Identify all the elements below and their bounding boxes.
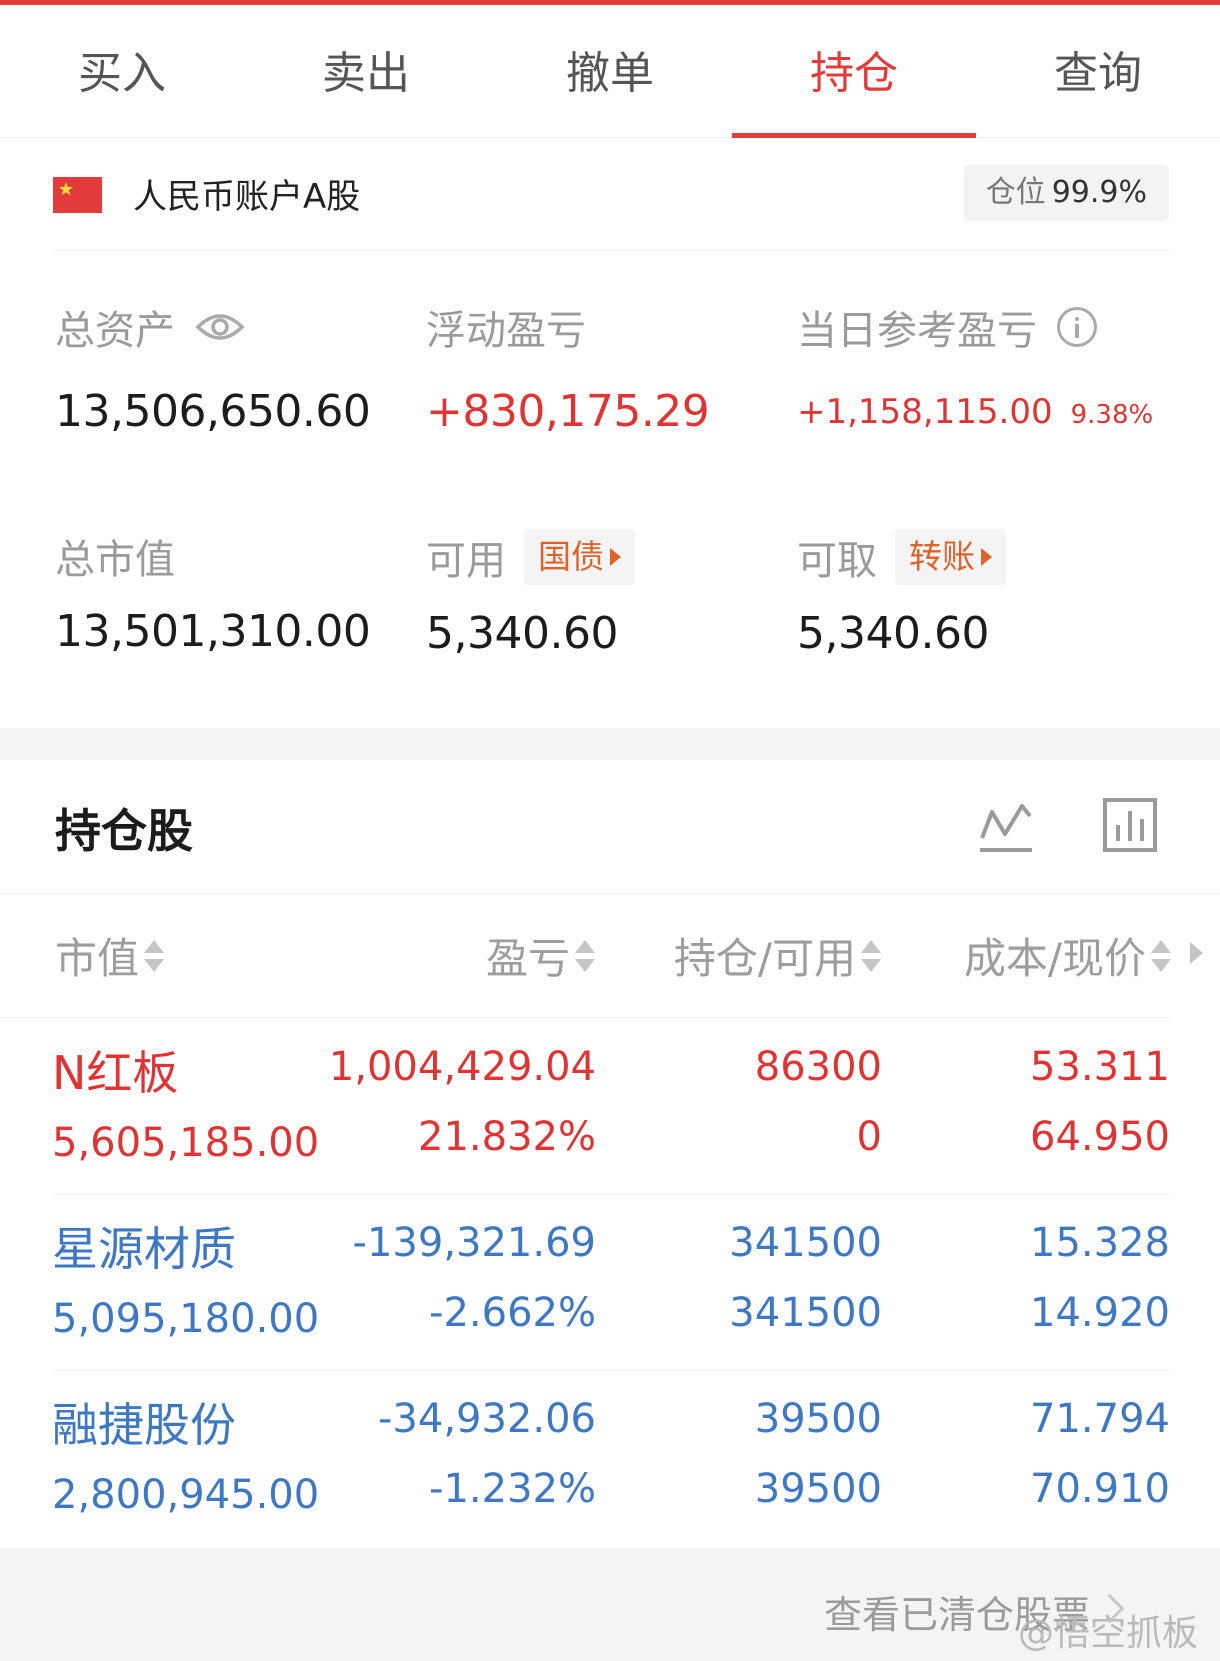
treasury-bond-chip-label: 国债 — [538, 537, 604, 576]
bar-chart-icon[interactable] — [1102, 797, 1158, 853]
withdrawable-value: 5,340.60 — [797, 608, 989, 659]
today-pl-block: 当日参考盈亏 +1,158,115.00 9.38% — [797, 298, 1153, 432]
tab-holdings[interactable]: 持仓 — [732, 5, 976, 138]
scroll-right-icon[interactable] — [1190, 942, 1203, 964]
chip-arrow-icon — [981, 548, 992, 566]
table-row[interactable]: 融捷股份 2,800,945.00 -34,932.06 -1.232% 395… — [0, 1371, 1220, 1547]
chip-arrow-icon — [610, 548, 621, 566]
position-ratio-value: 99.9% — [1051, 175, 1147, 210]
divider — [0, 893, 1220, 894]
stock-position: 39500 — [754, 1396, 882, 1442]
section-divider — [0, 728, 1220, 760]
available-block: 可用 国债 5,340.60 — [426, 528, 635, 659]
footer-bar: 查看已清仓股票 @悟空抓板 — [0, 1548, 1220, 1661]
holdings-title: 持仓股 — [55, 804, 193, 858]
stock-available: 0 — [856, 1114, 882, 1160]
divider — [0, 1017, 1170, 1018]
trade-tabs: 买入 卖出 撤单 持仓 查询 — [0, 5, 1220, 138]
stock-market-value: 2,800,945.00 — [52, 1472, 320, 1518]
available-value: 5,340.60 — [426, 608, 618, 659]
sort-icon — [860, 936, 882, 976]
stock-cost: 71.794 — [1030, 1396, 1170, 1442]
stock-name: N红板 — [52, 1046, 179, 1100]
stock-pl-percent: -2.662% — [429, 1290, 596, 1336]
withdrawable-label: 可取 — [797, 538, 877, 584]
info-icon[interactable] — [1057, 307, 1097, 347]
position-ratio-label: 仓位 — [985, 175, 1046, 210]
watermark: @悟空抓板 — [1017, 1613, 1198, 1654]
stock-cost: 15.328 — [1030, 1220, 1170, 1266]
total-assets-value: 13,506,650.60 — [55, 386, 371, 437]
stock-pl: 1,004,429.04 — [328, 1044, 596, 1090]
stock-market-value: 5,605,185.00 — [52, 1120, 320, 1166]
position-ratio-badge: 仓位 99.9% — [963, 165, 1169, 221]
transfer-chip[interactable]: 转账 — [895, 529, 1006, 585]
tab-query[interactable]: 查询 — [976, 5, 1220, 137]
china-flag-icon — [53, 177, 102, 213]
stock-cost: 53.311 — [1030, 1044, 1170, 1090]
market-value-value: 13,501,310.00 — [55, 606, 371, 657]
tab-holdings-label: 持仓 — [810, 48, 898, 99]
stock-name: 融捷股份 — [52, 1398, 236, 1452]
account-name: 人民币账户A股 — [133, 177, 361, 217]
stock-name: 星源材质 — [52, 1222, 236, 1276]
table-row[interactable]: 星源材质 5,095,180.00 -139,321.69 -2.662% 34… — [0, 1195, 1220, 1371]
stock-available: 39500 — [754, 1466, 882, 1512]
sort-icon — [143, 936, 165, 976]
stock-price: 14.920 — [1030, 1290, 1170, 1336]
floating-pl-block: 浮动盈亏 +830,175.29 — [426, 298, 710, 437]
tab-sell[interactable]: 卖出 — [244, 5, 488, 137]
market-value-label: 总市值 — [55, 537, 175, 583]
column-header-pl[interactable]: 盈亏 — [486, 925, 596, 986]
active-tab-underline — [732, 133, 976, 138]
today-pl-value: +1,158,115.00 — [797, 392, 1053, 432]
today-pl-label: 当日参考盈亏 — [797, 308, 1037, 354]
transfer-chip-label: 转账 — [909, 537, 975, 576]
treasury-bond-chip[interactable]: 国债 — [524, 529, 635, 585]
stock-price: 70.910 — [1030, 1466, 1170, 1512]
stock-pl-percent: -1.232% — [429, 1466, 596, 1512]
sort-icon — [1150, 936, 1172, 976]
sort-icon — [574, 936, 596, 976]
today-pl-percent: 9.38% — [1070, 400, 1154, 430]
column-header-label: 持仓/可用 — [673, 934, 856, 983]
stock-position: 86300 — [754, 1044, 882, 1090]
column-header-cost-price[interactable]: 成本/现价 — [964, 925, 1172, 986]
tab-cancel-order[interactable]: 撤单 — [488, 5, 732, 137]
column-header-label: 成本/现价 — [963, 934, 1146, 983]
stock-pl: -139,321.69 — [352, 1220, 596, 1266]
stock-market-value: 5,095,180.00 — [52, 1296, 320, 1342]
column-header-label: 市值 — [55, 934, 140, 983]
column-header-label: 盈亏 — [485, 934, 570, 983]
column-header-market-value[interactable]: 市值 — [55, 925, 165, 986]
stock-pl: -34,932.06 — [377, 1396, 596, 1442]
account-row: 人民币账户A股 仓位 99.9% — [53, 165, 1169, 251]
table-row[interactable]: N红板 5,605,185.00 1,004,429.04 21.832% 86… — [0, 1019, 1220, 1195]
available-label: 可用 — [426, 538, 506, 584]
column-header-position[interactable]: 持仓/可用 — [674, 925, 882, 986]
stock-position: 341500 — [729, 1220, 882, 1266]
stock-price: 64.950 — [1030, 1114, 1170, 1160]
total-assets-label: 总资产 — [55, 308, 175, 354]
stock-available: 341500 — [729, 1290, 882, 1336]
eye-icon[interactable] — [195, 310, 245, 344]
tab-buy[interactable]: 买入 — [0, 5, 244, 137]
trend-line-icon[interactable] — [978, 800, 1034, 854]
stock-pl-percent: 21.832% — [418, 1114, 596, 1160]
floating-pl-label: 浮动盈亏 — [426, 308, 586, 354]
withdrawable-block: 可取 转账 5,340.60 — [797, 528, 1006, 659]
total-assets-block: 总资产 13,506,650.60 — [55, 298, 371, 437]
market-value-block: 总市值 13,501,310.00 — [55, 528, 371, 657]
floating-pl-value: +830,175.29 — [426, 386, 710, 437]
